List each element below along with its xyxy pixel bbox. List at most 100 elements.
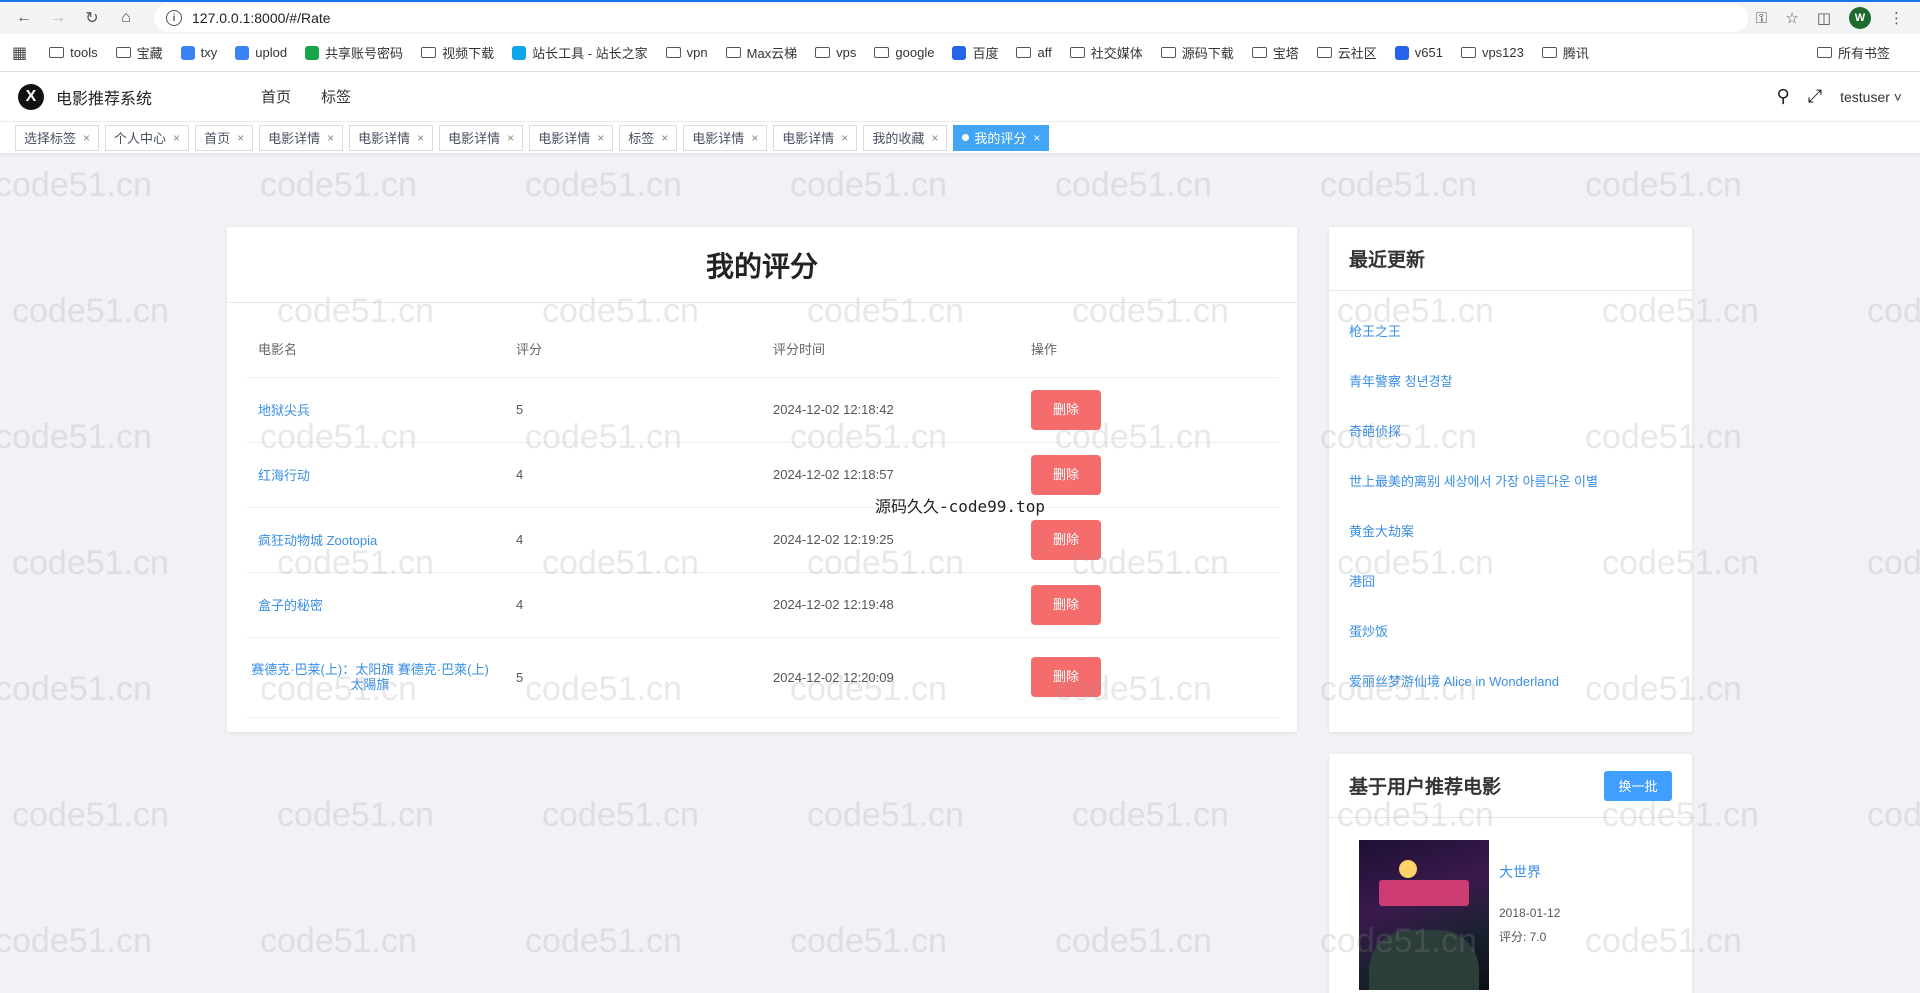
tab-item[interactable]: 我的评分 ×	[953, 124, 1050, 151]
bookmark-item[interactable]: vps	[815, 45, 856, 60]
movie-link[interactable]: 赛德克·巴莱(上)：太阳旗 賽德克·巴萊(上)太陽旗	[251, 662, 489, 692]
delete-button[interactable]: 删除	[1031, 519, 1101, 560]
tab-item[interactable]: 电影详情 ×	[349, 124, 434, 151]
folder-icon	[1460, 47, 1476, 58]
bookmark-item[interactable]: vps123	[1460, 45, 1524, 60]
forward-icon[interactable]: →	[44, 4, 72, 32]
bookmark-item[interactable]: 宝塔	[1251, 43, 1299, 62]
close-icon[interactable]: ×	[841, 131, 848, 145]
bookmark-item[interactable]: vpn	[665, 45, 708, 60]
tab-item[interactable]: 我的收藏 ×	[863, 124, 948, 151]
close-icon[interactable]: ×	[237, 131, 244, 145]
tab-item[interactable]: 选择标签 ×	[15, 124, 100, 151]
tab-item[interactable]: 电影详情 ×	[683, 124, 768, 151]
score-cell: 4	[504, 507, 761, 573]
latest-item[interactable]: 青年警察 청년경찰	[1349, 355, 1692, 405]
apps-grid-icon[interactable]: ▦	[12, 43, 27, 63]
recommend-movie-date: 2018-01-12	[1499, 906, 1561, 920]
key-icon[interactable]: ⚿	[1756, 10, 1767, 27]
rating-card: 我的评分 电影名 评分 评分时间 操作 地狱尖兵 5 2024-12-02 12:1…	[227, 227, 1297, 732]
delete-button[interactable]: 删除	[1031, 657, 1101, 697]
movie-link[interactable]: 红海行动	[258, 468, 310, 483]
latest-item[interactable]: 世上最美的离别 세상에서 가장 아름다운 이별	[1349, 455, 1692, 505]
recommend-movie-name[interactable]: 大世界	[1499, 862, 1560, 882]
home-icon[interactable]: ⌂	[112, 4, 140, 32]
all-bookmarks[interactable]: 所有书签	[1816, 43, 1890, 62]
close-icon[interactable]: ×	[661, 131, 668, 145]
bookmark-item[interactable]: 社交媒体	[1069, 43, 1143, 62]
close-icon[interactable]: ×	[173, 131, 180, 145]
bookmark-item[interactable]: uplod	[235, 45, 287, 60]
tab-item[interactable]: 电影详情 ×	[259, 124, 344, 151]
folder-icon	[1069, 47, 1085, 58]
tab-item[interactable]: 电影详情 ×	[529, 124, 614, 151]
delete-button[interactable]: 删除	[1031, 389, 1101, 430]
recommend-item[interactable]: 大世界 2018-01-12 评分: 7.0	[1329, 818, 1692, 990]
bookmark-item[interactable]: 云社区	[1316, 43, 1377, 62]
close-icon[interactable]: ×	[83, 131, 90, 145]
fullscreen-icon[interactable]: ⤢	[1808, 86, 1822, 107]
bookmark-item[interactable]: tools	[49, 45, 98, 60]
folder-icon	[421, 47, 437, 58]
bookmark-item[interactable]: txy	[180, 45, 217, 60]
table-row: 赛德克·巴莱(上)：太阳旗 賽德克·巴萊(上)太陽旗 5 2024-12-02 12…	[246, 637, 1278, 718]
bookmark-item[interactable]: 站长工具 - 站长之家	[512, 43, 648, 62]
bookmark-item[interactable]: 源码下载	[1160, 43, 1234, 62]
rating-table: 电影名 评分 评分时间 操作 地狱尖兵 5 2024-12-02 12:18:42 删…	[246, 321, 1278, 718]
address-bar[interactable]: i 127.0.0.1:8000/#/Rate	[154, 4, 1748, 32]
close-icon[interactable]: ×	[751, 131, 758, 145]
reload-icon[interactable]: ↻	[78, 4, 106, 32]
profile-avatar[interactable]: W	[1849, 7, 1871, 29]
bookmark-item[interactable]: 腾讯	[1541, 43, 1589, 62]
latest-item[interactable]: 黄金大劫案	[1349, 505, 1692, 555]
latest-item[interactable]: 奇葩侦探	[1349, 405, 1692, 455]
star-icon[interactable]: ☆	[1785, 9, 1798, 27]
bookmark-item[interactable]: Max云梯	[725, 43, 797, 62]
swap-batch-button[interactable]: 换一批	[1604, 770, 1672, 801]
tab-item[interactable]: 个人中心 ×	[105, 124, 190, 151]
tab-label: 我的收藏	[872, 131, 925, 146]
latest-item[interactable]: 港囧	[1349, 555, 1692, 605]
delete-button[interactable]: 删除	[1031, 584, 1101, 625]
tab-item[interactable]: 首页 ×	[195, 124, 254, 151]
user-dropdown[interactable]: testuser ˅	[1840, 89, 1902, 105]
bookmark-item[interactable]: 百度	[952, 43, 998, 62]
close-icon[interactable]: ×	[597, 131, 604, 145]
latest-item[interactable]: 枪王之王	[1349, 305, 1692, 355]
latest-item[interactable]: 蛋炒饭	[1349, 605, 1692, 655]
site-favicon-icon	[512, 45, 527, 60]
menu-tags[interactable]: 标签	[321, 86, 351, 107]
bookmark-item[interactable]: google	[874, 45, 934, 60]
menu-dots-icon[interactable]: ⋮	[1889, 9, 1904, 27]
bookmark-item[interactable]: v651	[1394, 45, 1443, 60]
recommend-card: 基于用户推荐电影 换一批 大世界 2018-01-12 评分: 7.0	[1329, 754, 1692, 993]
close-icon[interactable]: ×	[417, 131, 424, 145]
movie-link[interactable]: 疯狂动物城 Zootopia	[258, 533, 377, 548]
movie-poster[interactable]	[1359, 840, 1489, 990]
search-icon[interactable]: ⚲	[1777, 86, 1790, 107]
close-icon[interactable]: ×	[507, 131, 514, 145]
bookmark-item[interactable]: 共享账号密码	[305, 43, 403, 62]
action-cell: 删除	[1019, 442, 1278, 508]
site-favicon-icon	[1394, 45, 1409, 60]
bookmark-item[interactable]: 宝藏	[115, 43, 163, 62]
tab-item[interactable]: 电影详情 ×	[439, 124, 524, 151]
bookmark-item[interactable]: 视频下载	[421, 43, 494, 62]
tab-label: 电影详情	[358, 131, 411, 146]
extensions-icon[interactable]: ◫	[1817, 9, 1831, 27]
tab-item[interactable]: 标签 ×	[619, 124, 678, 151]
close-icon[interactable]: ×	[1033, 131, 1040, 145]
folder-icon	[725, 47, 741, 58]
bookmark-item[interactable]: aff	[1016, 45, 1052, 60]
delete-button[interactable]: 删除	[1031, 454, 1101, 495]
latest-item[interactable]: 爱丽丝梦游仙境 Alice in Wonderland	[1349, 655, 1692, 705]
movie-link[interactable]: 地狱尖兵	[258, 403, 310, 418]
tab-item[interactable]: 电影详情 ×	[773, 124, 858, 151]
close-icon[interactable]: ×	[327, 131, 334, 145]
close-icon[interactable]: ×	[931, 131, 938, 145]
menu-home[interactable]: 首页	[261, 86, 291, 107]
back-icon[interactable]: ←	[10, 4, 38, 32]
folder-icon	[1160, 47, 1176, 58]
movie-link[interactable]: 盒子的秘密	[258, 598, 323, 613]
site-info-icon[interactable]: i	[166, 10, 182, 26]
